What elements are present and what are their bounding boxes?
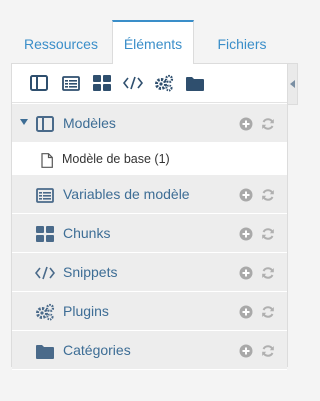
tree-node-templates[interactable]: Modèles <box>12 104 287 143</box>
tree-node-label: Modèles <box>63 115 116 131</box>
tree-node-plugins[interactable]: Plugins <box>12 292 287 331</box>
tree-node-chunks[interactable]: Chunks <box>12 214 287 253</box>
add-icon[interactable] <box>238 116 253 131</box>
template-icon <box>35 114 55 134</box>
grid-icon <box>35 224 55 244</box>
add-icon[interactable] <box>238 304 253 319</box>
folder-icon <box>35 341 55 361</box>
chevron-left-icon <box>289 80 295 88</box>
tree-node-snippets[interactable]: Snippets <box>12 253 287 292</box>
tree-node-label: Chunks <box>63 225 111 241</box>
file-icon <box>37 150 57 170</box>
tab-fichiers[interactable]: Fichiers <box>197 20 287 64</box>
gears-icon[interactable] <box>154 73 174 93</box>
tree-node-label: Variables de modèle <box>63 186 190 202</box>
add-icon[interactable] <box>238 187 253 202</box>
expand-arrow-icon[interactable] <box>20 119 28 125</box>
refresh-icon[interactable] <box>260 343 275 358</box>
list-icon <box>35 185 55 205</box>
template-icon[interactable] <box>29 73 49 93</box>
elements-toolbar <box>12 64 287 103</box>
elements-tree: Modèles Modèle de base (1) Variables de … <box>12 104 287 370</box>
tree-node-label: Modèle de base (1) <box>62 152 170 166</box>
refresh-icon[interactable] <box>260 187 275 202</box>
grid-icon[interactable] <box>92 73 112 93</box>
refresh-icon[interactable] <box>260 226 275 241</box>
refresh-icon[interactable] <box>260 265 275 280</box>
element-tabs: Ressources Éléments Fichiers <box>11 20 299 64</box>
gears-icon <box>35 302 55 322</box>
tab-ressources[interactable]: Ressources <box>11 20 111 64</box>
refresh-icon[interactable] <box>260 116 275 131</box>
folder-icon[interactable] <box>185 73 205 93</box>
elements-panel: Modèles Modèle de base (1) Variables de … <box>11 63 288 370</box>
add-icon[interactable] <box>238 265 253 280</box>
code-icon[interactable] <box>123 73 143 93</box>
list-icon[interactable] <box>61 73 81 93</box>
tab-elements[interactable]: Éléments <box>112 20 194 64</box>
tree-node-label: Catégories <box>63 342 131 358</box>
tree-node-label: Snippets <box>63 264 118 280</box>
tree-node-tvs[interactable]: Variables de modèle <box>12 175 287 214</box>
tree-node-categories[interactable]: Catégories <box>12 331 287 370</box>
add-icon[interactable] <box>238 226 253 241</box>
code-icon <box>35 263 55 283</box>
add-icon[interactable] <box>238 343 253 358</box>
tree-node-label: Plugins <box>63 303 109 319</box>
tree-node-base-template[interactable]: Modèle de base (1) <box>12 143 287 175</box>
collapse-panel-handle[interactable] <box>288 63 298 105</box>
refresh-icon[interactable] <box>260 304 275 319</box>
